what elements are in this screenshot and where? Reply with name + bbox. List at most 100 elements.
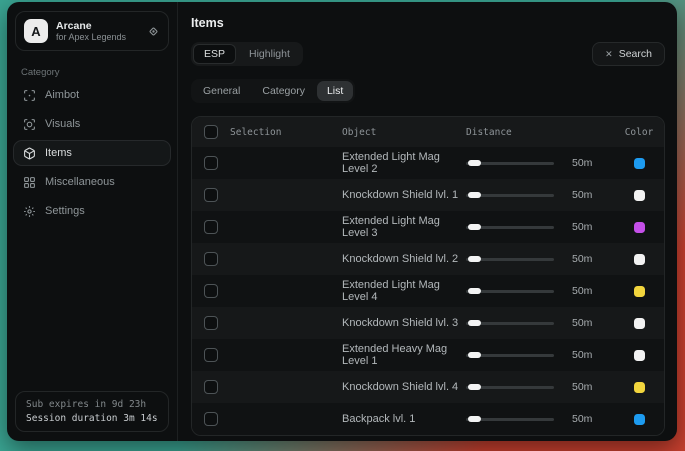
sub-expires-text: Sub expires in 9d 23h: [26, 399, 158, 410]
table-row: Knockdown Shield lvl. 3 50m: [192, 307, 664, 339]
color-swatch[interactable]: [634, 382, 645, 393]
table-header: Selection Object Distance Color: [192, 117, 664, 147]
sidebar-item-label: Aimbot: [45, 89, 79, 101]
table-row: Extended Light Mag Level 3 50m: [192, 211, 664, 243]
category-label: Category: [21, 67, 177, 78]
color-swatch[interactable]: [634, 350, 645, 361]
distance-value: 50m: [572, 157, 592, 169]
table-body: Extended Light Mag Level 2 50m Knockdown…: [192, 147, 664, 435]
object-name: Extended Light Mag Level 4: [342, 279, 466, 303]
distance-value: 50m: [572, 253, 592, 265]
pin-icon[interactable]: [147, 25, 160, 38]
page-title: Items: [191, 16, 665, 30]
slider-handle[interactable]: [468, 320, 481, 326]
distance-value: 50m: [572, 413, 592, 425]
distance-value: 50m: [572, 189, 592, 201]
distance-value: 50m: [572, 221, 592, 233]
search-button[interactable]: ✕ Search: [592, 42, 665, 66]
slider-handle[interactable]: [468, 352, 481, 358]
color-swatch[interactable]: [634, 222, 645, 233]
tab-category[interactable]: Category: [252, 81, 315, 101]
col-header-object: Object: [342, 127, 466, 138]
search-button-label: Search: [619, 48, 652, 60]
table-row: Extended Light Mag Level 4 50m: [192, 275, 664, 307]
table-row: Knockdown Shield lvl. 1 50m: [192, 179, 664, 211]
slider-handle[interactable]: [468, 416, 481, 422]
slider-handle[interactable]: [468, 192, 481, 198]
close-icon: ✕: [605, 49, 613, 60]
slider-handle[interactable]: [468, 256, 481, 262]
distance-slider[interactable]: [466, 318, 554, 328]
slider-handle[interactable]: [468, 224, 481, 230]
session-duration-text: Session duration 3m 14s: [26, 413, 158, 424]
object-name: Knockdown Shield lvl. 1: [342, 189, 466, 201]
distance-slider[interactable]: [466, 414, 554, 424]
col-header-selection: Selection: [230, 127, 281, 138]
app-logo: A: [24, 19, 48, 43]
row-checkbox[interactable]: [204, 156, 218, 170]
distance-value: 50m: [572, 317, 592, 329]
row-checkbox[interactable]: [204, 188, 218, 202]
row-checkbox[interactable]: [204, 412, 218, 426]
app-subtitle: for Apex Legends: [56, 32, 139, 42]
row-checkbox[interactable]: [204, 348, 218, 362]
object-name: Extended Heavy Mag Level 1: [342, 343, 466, 367]
mode-tab-group: ESP Highlight: [191, 42, 303, 66]
sidebar-item-label: Visuals: [45, 118, 80, 130]
tab-esp[interactable]: ESP: [193, 44, 236, 64]
object-name: Extended Light Mag Level 3: [342, 215, 466, 239]
distance-slider[interactable]: [466, 382, 554, 392]
col-header-distance: Distance: [466, 127, 614, 138]
sidebar-item-visuals[interactable]: Visuals: [13, 111, 171, 137]
slider-handle[interactable]: [468, 160, 481, 166]
tab-highlight[interactable]: Highlight: [238, 44, 301, 64]
crosshair-icon: [23, 89, 36, 102]
distance-value: 50m: [572, 349, 592, 361]
slider-handle[interactable]: [468, 288, 481, 294]
object-name: Backpack lvl. 1: [342, 413, 466, 425]
row-checkbox[interactable]: [204, 284, 218, 298]
color-swatch[interactable]: [634, 190, 645, 201]
distance-slider[interactable]: [466, 222, 554, 232]
col-header-color: Color: [614, 127, 664, 138]
sidebar-item-label: Miscellaneous: [45, 176, 115, 188]
main-panel: Items ESP Highlight ✕ Search General Cat…: [178, 2, 677, 441]
color-swatch[interactable]: [634, 414, 645, 425]
row-checkbox[interactable]: [204, 380, 218, 394]
sidebar-item-settings[interactable]: Settings: [13, 198, 171, 224]
app-name: Arcane: [56, 20, 139, 32]
table-row: Backpack lvl. 1 50m: [192, 403, 664, 435]
row-checkbox[interactable]: [204, 316, 218, 330]
row-checkbox[interactable]: [204, 220, 218, 234]
select-all-checkbox[interactable]: [204, 125, 218, 139]
object-name: Knockdown Shield lvl. 3: [342, 317, 466, 329]
distance-slider[interactable]: [466, 158, 554, 168]
items-table: Selection Object Distance Color Extended…: [191, 116, 665, 436]
sidebar-item-miscellaneous[interactable]: Miscellaneous: [13, 169, 171, 195]
tab-general[interactable]: General: [193, 81, 250, 101]
distance-slider[interactable]: [466, 254, 554, 264]
color-swatch[interactable]: [634, 158, 645, 169]
distance-slider[interactable]: [466, 286, 554, 296]
view-tab-group: General Category List: [191, 79, 355, 103]
color-swatch[interactable]: [634, 254, 645, 265]
subscription-info-card: Sub expires in 9d 23h Session duration 3…: [15, 391, 169, 432]
color-swatch[interactable]: [634, 286, 645, 297]
slider-handle[interactable]: [468, 384, 481, 390]
table-row: Extended Light Mag Level 2 50m: [192, 147, 664, 179]
color-swatch[interactable]: [634, 318, 645, 329]
distance-slider[interactable]: [466, 350, 554, 360]
sidebar-item-aimbot[interactable]: Aimbot: [13, 82, 171, 108]
grid-icon: [23, 176, 36, 189]
sidebar: A Arcane for Apex Legends Category Aimbo…: [7, 2, 178, 441]
distance-slider[interactable]: [466, 190, 554, 200]
sidebar-item-items[interactable]: Items: [13, 140, 171, 166]
row-checkbox[interactable]: [204, 252, 218, 266]
distance-value: 50m: [572, 285, 592, 297]
gear-icon: [23, 205, 36, 218]
sidebar-item-label: Settings: [45, 205, 85, 217]
app-header-card: A Arcane for Apex Legends: [15, 11, 169, 51]
tab-list[interactable]: List: [317, 81, 353, 101]
package-icon: [23, 147, 36, 160]
sidebar-item-label: Items: [45, 147, 72, 159]
